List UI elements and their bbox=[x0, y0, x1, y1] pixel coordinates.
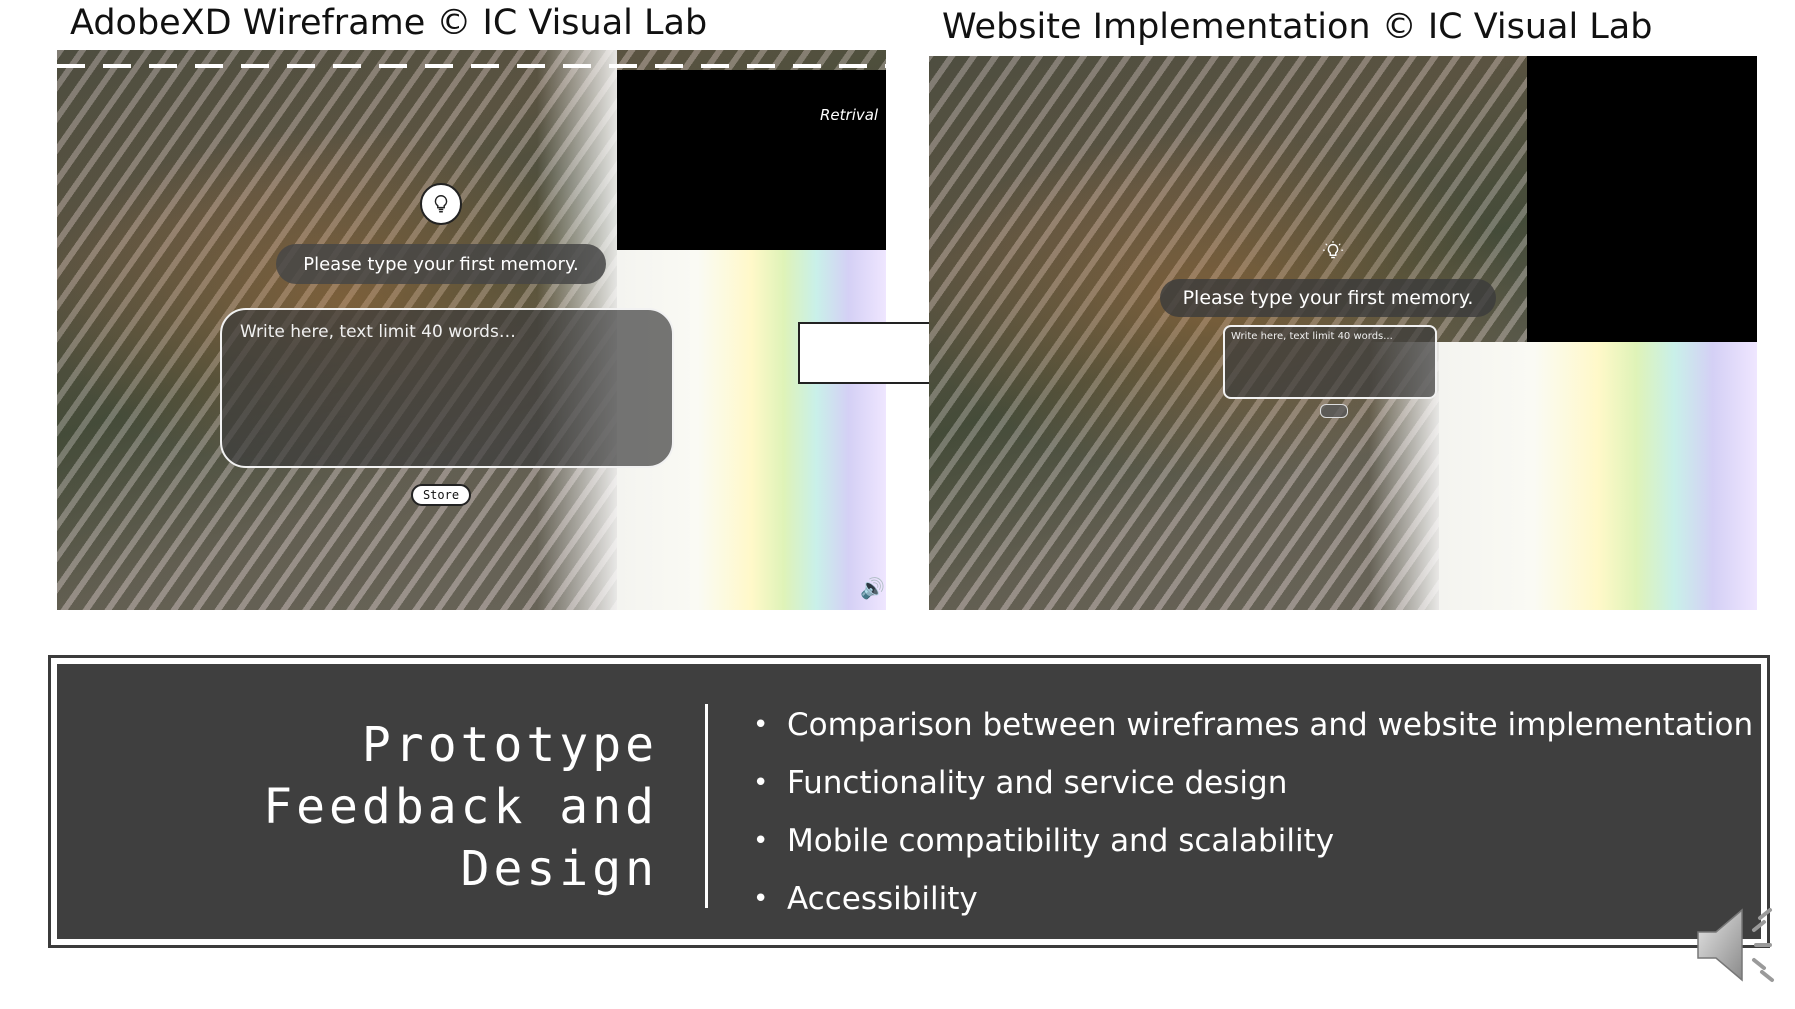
store-button[interactable] bbox=[1320, 404, 1348, 418]
slide-title: Prototype Feedback and Design bbox=[57, 714, 658, 900]
retrival-nav-link[interactable]: Retrival bbox=[820, 106, 878, 124]
bullet-item: • Functionality and service design bbox=[753, 765, 1288, 801]
bullet-list: • Comparison between wireframes and websi… bbox=[753, 696, 1753, 928]
sound-icon[interactable]: 🔊 bbox=[860, 576, 885, 601]
title-line: Feedback and bbox=[263, 779, 658, 835]
implementation-caption: Website Implementation © IC Visual Lab bbox=[942, 7, 1653, 47]
title-line: Prototype bbox=[361, 717, 658, 773]
bullet-text: Accessibility bbox=[787, 881, 978, 917]
dashed-progress-line bbox=[57, 64, 886, 68]
summary-inner: Prototype Feedback and Design • Compariso… bbox=[57, 664, 1761, 939]
bullet-text: Functionality and service design bbox=[787, 765, 1288, 801]
speaker-icon[interactable] bbox=[1690, 900, 1786, 990]
bullet-item: • Comparison between wireframes and websi… bbox=[753, 707, 1754, 743]
black-overlay bbox=[1527, 56, 1757, 356]
store-button[interactable]: Store bbox=[411, 484, 471, 506]
bullet-item: • Mobile compatibility and scalability bbox=[753, 823, 1335, 859]
wireframe-caption: AdobeXD Wireframe © IC Visual Lab bbox=[70, 3, 708, 43]
bullet-text: Mobile compatibility and scalability bbox=[787, 823, 1335, 859]
lightbulb-icon[interactable] bbox=[420, 183, 462, 225]
black-overlay bbox=[617, 70, 886, 270]
memory-prompt: Please type your first memory. bbox=[276, 244, 606, 284]
vertical-divider bbox=[705, 704, 708, 908]
bullet-text: Comparison between wireframes and websit… bbox=[787, 707, 1754, 743]
summary-box: Prototype Feedback and Design • Compariso… bbox=[48, 655, 1770, 948]
bullet-item: • Accessibility bbox=[753, 881, 978, 917]
memory-textarea[interactable]: Write here, text limit 40 words... bbox=[1223, 325, 1437, 399]
lightbulb-icon[interactable] bbox=[1322, 240, 1344, 268]
memory-textarea[interactable]: Write here, text limit 40 words… bbox=[220, 308, 674, 468]
memory-prompt: Please type your first memory. bbox=[1160, 279, 1496, 317]
rainbow-gradient bbox=[1439, 342, 1757, 610]
title-line: Design bbox=[460, 841, 658, 897]
